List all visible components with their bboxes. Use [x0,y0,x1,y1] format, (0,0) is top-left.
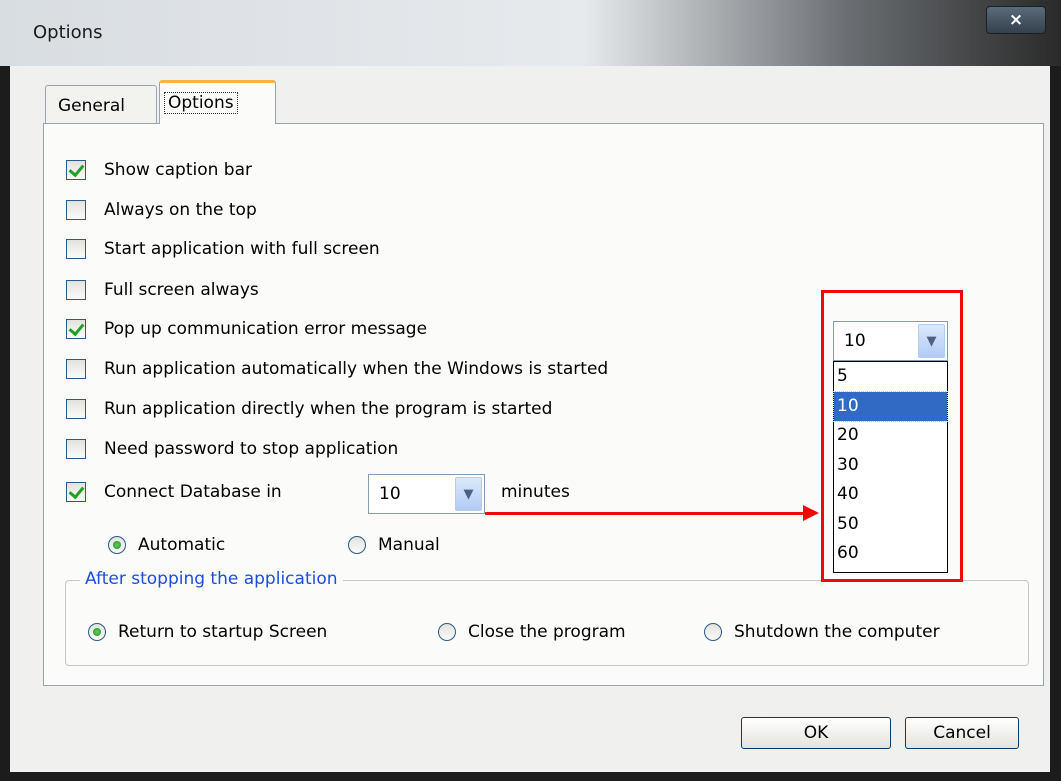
radio-label: Return to startup Screen [118,622,328,642]
option-label: Show caption bar [104,160,252,180]
close-button[interactable]: × [986,6,1046,34]
connect-interval-select[interactable]: 10 ▼ [368,474,485,514]
radio-return-startup[interactable]: Return to startup Screen [88,620,327,644]
dropdown-option[interactable]: 30 [834,451,947,481]
checkbox[interactable] [66,439,86,459]
option-always-on-top[interactable]: Always on the top [66,198,257,222]
option-label: Start application with full screen [104,239,380,259]
tab-options[interactable]: Options [159,80,276,124]
checkbox[interactable] [66,399,86,419]
radio-manual[interactable]: Manual [348,533,440,557]
dropdown-option[interactable]: 60 [834,539,947,569]
dropdown-option[interactable]: 10 [833,390,948,422]
radio[interactable] [704,623,722,641]
cancel-button[interactable]: Cancel [905,717,1019,749]
radio-label: Shutdown the computer [734,622,940,642]
radio-shutdown[interactable]: Shutdown the computer [704,620,940,644]
select-value: 10 [379,484,401,504]
option-label: Full screen always [104,280,259,300]
tab-general[interactable]: General [45,85,157,123]
radio-label: Close the program [468,622,626,642]
radio-close-program[interactable]: Close the program [438,620,626,644]
radio-label: Automatic [138,535,226,555]
tab-options-label: Options [164,92,238,114]
checkbox[interactable] [66,319,86,339]
select-value: 10 [844,331,866,351]
option-show-caption-bar[interactable]: Show caption bar [66,158,252,182]
option-label: Connect Database in [104,482,282,502]
dropdown-option[interactable]: 5 [834,362,947,392]
radio[interactable] [88,623,106,641]
checkbox[interactable] [66,482,86,502]
group-title: After stopping the application [80,569,343,589]
option-label: Pop up communication error message [104,319,428,339]
option-label: Need password to stop application [104,439,399,459]
option-need-password[interactable]: Need password to stop application [66,437,398,461]
dropdown-option[interactable]: 20 [834,421,947,451]
option-full-screen-always[interactable]: Full screen always [66,278,259,302]
annotation-arrow-line [485,512,805,515]
ok-button[interactable]: OK [741,717,891,749]
checkbox[interactable] [66,160,86,180]
dropdown-list: 5 10 20 30 40 50 60 [833,361,948,573]
option-run-directly[interactable]: Run application directly when the progra… [66,397,552,421]
option-popup-error[interactable]: Pop up communication error message [66,317,427,341]
checkbox[interactable] [66,200,86,220]
radio-automatic[interactable]: Automatic [108,533,225,557]
title-bar[interactable]: Options × [0,0,1061,66]
arrow-right-icon [803,505,819,521]
tab-general-label: General [58,96,125,116]
option-connect-database[interactable]: Connect Database in [66,480,282,504]
option-start-full-screen[interactable]: Start application with full screen [66,237,380,261]
checkbox[interactable] [66,239,86,259]
radio-label: Manual [378,535,440,555]
radio[interactable] [438,623,456,641]
chevron-down-icon[interactable]: ▼ [455,477,482,511]
checkbox[interactable] [66,359,86,379]
chevron-down-icon[interactable]: ▼ [918,324,945,358]
option-label: Always on the top [104,200,257,220]
option-run-on-windows-start[interactable]: Run application automatically when the W… [66,357,608,381]
dropdown-option[interactable]: 40 [834,480,947,510]
radio[interactable] [108,536,126,554]
option-label: Run application directly when the progra… [104,399,553,419]
dropdown-option[interactable]: 50 [834,510,947,540]
minutes-label: minutes [501,482,570,502]
option-label: Run application automatically when the W… [104,359,609,379]
interval-dropdown[interactable]: 10 ▼ [833,321,948,361]
checkbox[interactable] [66,280,86,300]
radio[interactable] [348,536,366,554]
window-title: Options [33,22,103,43]
